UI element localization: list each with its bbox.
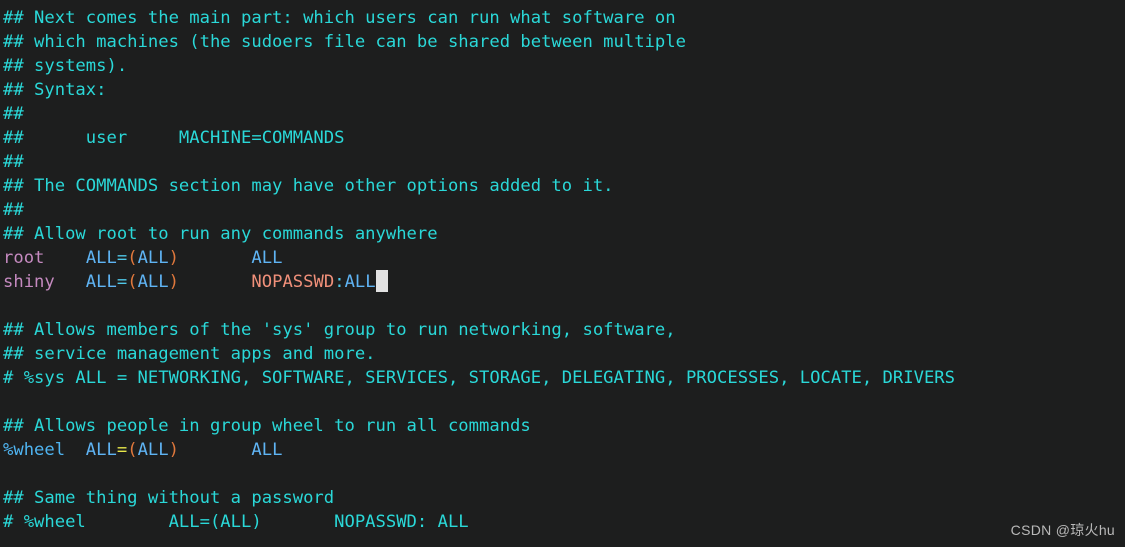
code-token: %wheel [3,440,66,460]
file-content-lines[interactable]: ## Next comes the main part: which users… [3,6,1125,534]
code-token: ## service management apps and more. [3,344,376,364]
code-token: ALL [137,272,169,292]
code-token: ## Allow root to run any commands anywhe… [3,224,438,244]
code-line[interactable]: ## user MACHINE=COMMANDS [3,126,1125,150]
code-token: ) [168,248,179,268]
code-token: ## user MACHINE=COMMANDS [3,128,345,148]
code-token: ## Allows members of the 'sys' group to … [3,320,676,340]
code-line-blank[interactable] [3,462,1125,486]
code-line[interactable]: ## Same thing without a password [3,486,1125,510]
code-line[interactable]: root ALL=(ALL) ALL [3,246,1125,270]
code-token: ## [3,152,24,172]
code-line[interactable]: ## Allow root to run any commands anywhe… [3,222,1125,246]
code-token: # %wheel ALL=(ALL) NOPASSWD: ALL [3,512,469,532]
code-token: ALL [251,248,283,268]
code-token: ## [3,200,24,220]
code-line[interactable]: # %sys ALL = NETWORKING, SOFTWARE, SERVI… [3,366,1125,390]
code-token: ) [168,440,179,460]
code-line[interactable]: ## Allows members of the 'sys' group to … [3,318,1125,342]
code-token: ( [127,440,138,460]
code-token: ( [127,248,138,268]
code-token: : [334,272,345,292]
code-line[interactable]: ## Next comes the main part: which users… [3,6,1125,30]
code-token: ## Same thing without a password [3,488,335,508]
code-token: = [116,272,128,292]
code-token: ALL [85,272,117,292]
code-token: ALL [251,440,283,460]
code-token: ## The COMMANDS section may have other o… [3,176,614,196]
code-token: ## [3,104,24,124]
code-line[interactable]: ## service management apps and more. [3,342,1125,366]
code-line[interactable]: %wheel ALL=(ALL) ALL [3,438,1125,462]
code-token: ALL [85,248,117,268]
code-token: ) [168,272,179,292]
csdn-watermark: CSDN @琼火hu [1010,522,1115,538]
terminal-text-view[interactable]: ## Next comes the main part: which users… [0,0,1125,547]
code-token: = [116,248,128,268]
code-line[interactable]: shiny ALL=(ALL) NOPASSWD:ALL [3,270,1125,294]
code-line[interactable]: ## systems). [3,54,1125,78]
code-token: ## systems). [3,56,128,76]
code-token: # %sys ALL = NETWORKING, SOFTWARE, SERVI… [3,368,955,388]
text-cursor [375,270,388,292]
code-token: shiny [3,272,55,292]
code-token: ## Next comes the main part: which users… [3,8,676,28]
code-line[interactable]: ## [3,102,1125,126]
code-line[interactable]: ## Syntax: [3,78,1125,102]
code-token: NOPASSWD [251,272,335,292]
code-token: ## Allows people in group wheel to run a… [3,416,531,436]
code-line-blank[interactable] [3,294,1125,318]
code-token: ## Syntax: [3,80,107,100]
code-line[interactable]: ## [3,198,1125,222]
code-token: ( [127,272,138,292]
code-line[interactable]: ## Allows people in group wheel to run a… [3,414,1125,438]
code-line[interactable]: ## which machines (the sudoers file can … [3,30,1125,54]
code-token: ALL [344,272,376,292]
code-line-blank[interactable] [3,390,1125,414]
code-token: ALL [137,440,169,460]
code-token: = [116,440,128,460]
code-line[interactable]: # %wheel ALL=(ALL) NOPASSWD: ALL [3,510,1125,534]
code-line[interactable]: ## The COMMANDS section may have other o… [3,174,1125,198]
code-line[interactable]: ## [3,150,1125,174]
code-token: root [3,248,45,268]
code-token: ## which machines (the sudoers file can … [3,32,686,52]
code-token: ALL [137,248,169,268]
code-token: ALL [85,440,117,460]
